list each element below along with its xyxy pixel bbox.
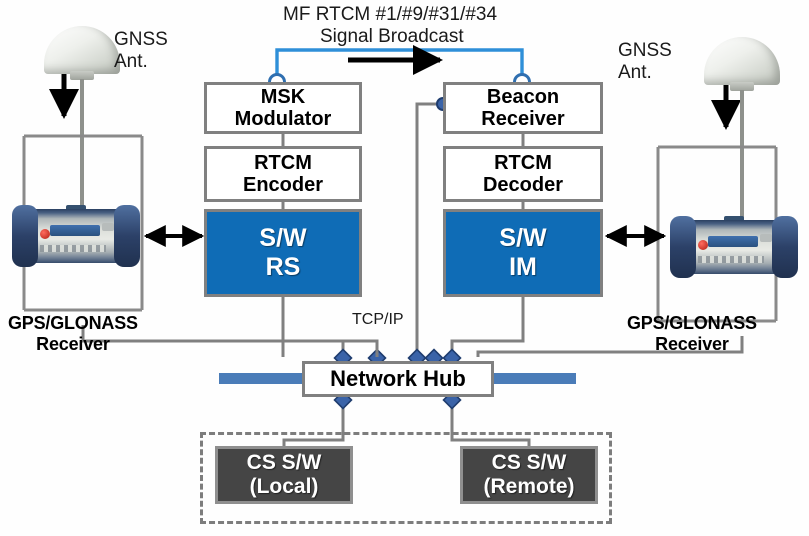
receiver-connector-row-shape (698, 256, 764, 263)
beacon-receiver-line2: Receiver (481, 108, 565, 130)
hub-bar-left (219, 373, 303, 384)
receiver-connector-row-shape (40, 245, 106, 252)
cs-software-local-box[interactable]: CS S/W (Local) (215, 446, 353, 504)
cs-remote-line2: (Remote) (483, 475, 575, 498)
receiver-power-led-shape (40, 229, 50, 239)
cs-local-line2: (Local) (249, 475, 319, 498)
receiver-display-shape (708, 236, 758, 247)
rs-column-hub-feed (283, 339, 379, 357)
software-rs-line2: RS (265, 253, 301, 281)
right-antenna-label-line2: Ant. (618, 61, 652, 83)
msk-modulator-line2: Modulator (234, 108, 332, 130)
msk-modulator-box[interactable]: MSK Modulator (204, 82, 362, 134)
software-im-line2: IM (509, 253, 537, 281)
network-hub-label: Network Hub (330, 366, 466, 391)
left-antenna-label: GNSS Ant. (114, 29, 168, 72)
beacon-receiver-box[interactable]: Beacon Receiver (443, 82, 603, 134)
network-hub-box[interactable]: Network Hub (302, 361, 494, 397)
broadcast-title-line2: Signal Broadcast (320, 26, 464, 47)
rtcm-encoder-line1: RTCM (254, 151, 312, 174)
rtcm-decoder-line1: RTCM (494, 151, 552, 174)
left-receiver-label: GPS/GLONASS Receiver (8, 313, 138, 354)
receiver-right-bumper-shape (772, 216, 798, 278)
software-im-box[interactable]: S/W IM (443, 209, 603, 297)
antenna-mast-shape (740, 90, 744, 120)
hub-bar-right (493, 373, 576, 384)
rtcm-decoder-line2: Decoder (482, 174, 564, 196)
tcpip-label: TCP/IP (352, 311, 404, 328)
cs-software-remote-box[interactable]: CS S/W (Remote) (460, 446, 598, 504)
diagram-canvas: MF RTCM #1/#9/#31/#34 Signal Broadcast G… (0, 0, 809, 536)
left-antenna-label-line1: GNSS (114, 29, 168, 50)
right-receiver-label: GPS/GLONASS Receiver (627, 313, 757, 354)
left-antenna-label-line2: Ant. (114, 50, 148, 72)
msk-modulator-line1: MSK (260, 85, 306, 108)
gnss-receiver-device-icon-right (670, 216, 798, 278)
software-rs-box[interactable]: S/W RS (204, 209, 362, 297)
im-to-hub-line (450, 297, 525, 357)
right-receiver-label-line2: Receiver (655, 333, 729, 354)
rtcm-encoder-box[interactable]: RTCM Encoder (204, 146, 362, 202)
receiver-port-shape (102, 223, 114, 231)
receiver-power-led-shape (698, 240, 708, 250)
right-receiver-label-line1: GPS/GLONASS (627, 313, 757, 333)
rtcm-decoder-box[interactable]: RTCM Decoder (443, 146, 603, 202)
receiver-right-bumper-shape (114, 205, 140, 267)
software-im-line1: S/W (499, 224, 547, 253)
broadcast-title-line1: MF RTCM #1/#9/#31/#34 (283, 4, 498, 25)
right-antenna-label: GNSS Ant. (618, 40, 672, 83)
receiver-display-shape (50, 225, 100, 236)
gnss-receiver-device-icon-left (12, 205, 140, 267)
beacon-tap-to-hub-line (415, 102, 443, 357)
left-receiver-label-line1: GPS/GLONASS (8, 313, 138, 333)
antenna-mast-shape (80, 79, 84, 109)
cs-local-line1: CS S/W (246, 450, 322, 474)
left-receiver-label-line2: Receiver (36, 333, 110, 354)
software-rs-line1: S/W (259, 224, 307, 253)
receiver-left-bumper-shape (12, 205, 38, 267)
rtcm-encoder-line2: Encoder (242, 174, 324, 196)
receiver-left-bumper-shape (670, 216, 696, 278)
receiver-port-shape (760, 234, 772, 242)
right-antenna-label-line1: GNSS (618, 40, 672, 61)
beacon-receiver-line1: Beacon (486, 85, 560, 108)
cs-remote-line1: CS S/W (491, 450, 567, 474)
